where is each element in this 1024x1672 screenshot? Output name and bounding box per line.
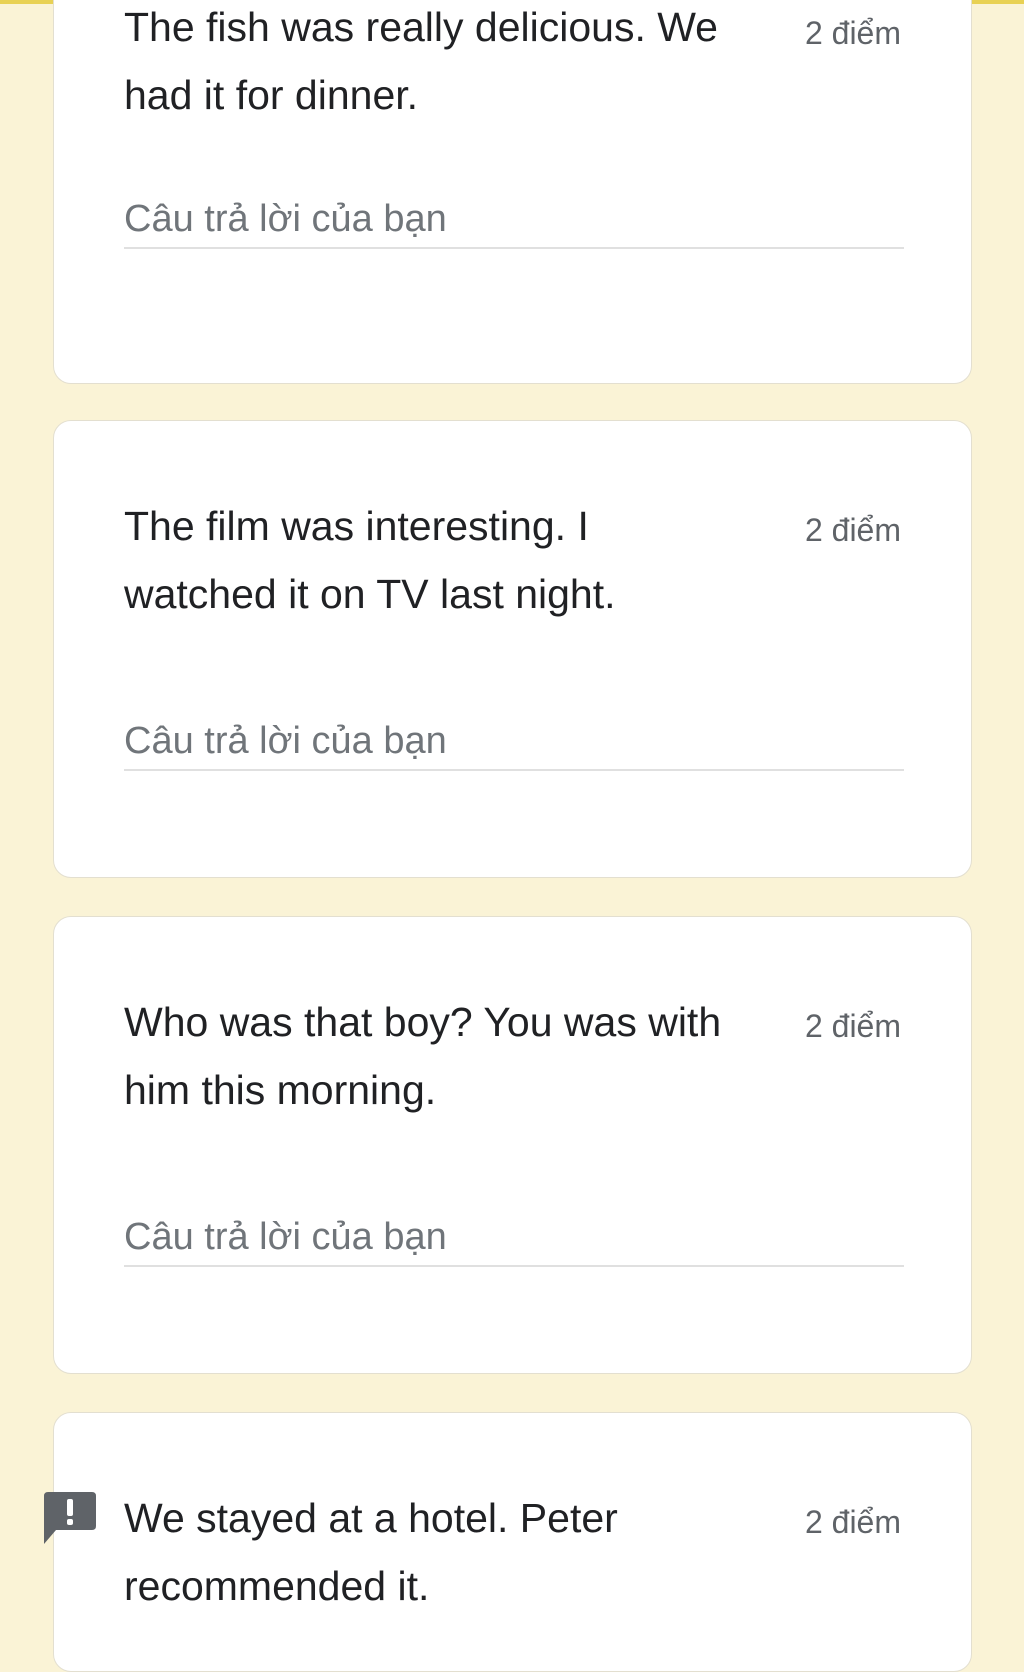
points-label: 2 điểm xyxy=(804,512,901,548)
question-card: The fish was really delicious. We had it… xyxy=(53,0,972,384)
report-flag-icon[interactable] xyxy=(40,1490,98,1546)
answer-input[interactable] xyxy=(124,713,904,771)
question-text: The film was interesting. I watched it o… xyxy=(124,503,616,617)
question-text: The fish was really delicious. We had it… xyxy=(124,4,718,118)
points-label: 2 điểm xyxy=(804,1008,901,1044)
question-card: We stayed at a hotel. Peter recommended … xyxy=(53,1412,972,1672)
points-label: 2 điểm xyxy=(804,1504,901,1540)
question-card: The film was interesting. I watched it o… xyxy=(53,420,972,878)
question-text: We stayed at a hotel. Peter recommended … xyxy=(124,1495,618,1609)
points-label: 2 điểm xyxy=(804,15,901,51)
answer-input[interactable] xyxy=(124,191,904,249)
question-text: Who was that boy? You was with him this … xyxy=(124,999,722,1113)
question-card: Who was that boy? You was with him this … xyxy=(53,916,972,1374)
answer-input[interactable] xyxy=(124,1209,904,1267)
